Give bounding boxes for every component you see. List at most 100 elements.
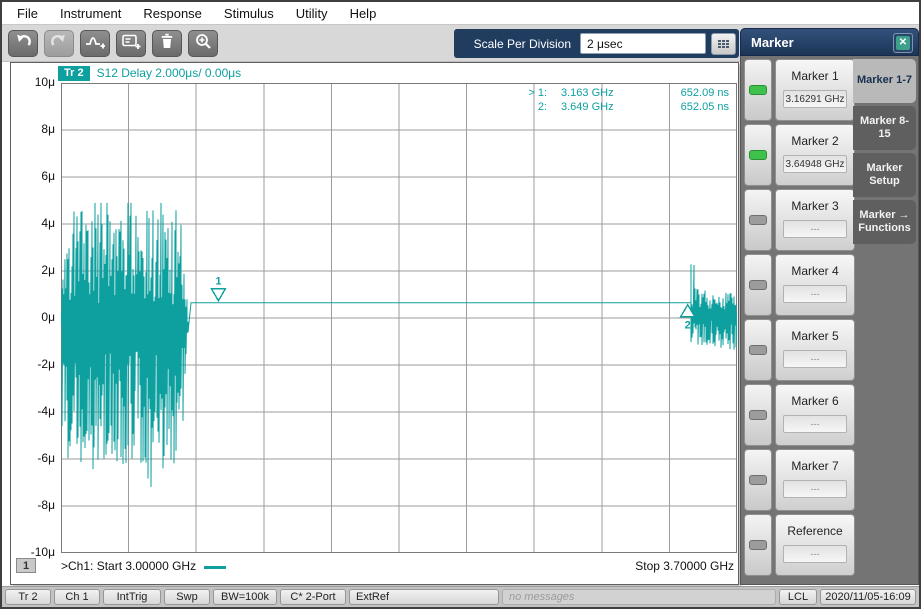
marker-3-toggle[interactable] — [744, 189, 772, 251]
marker-panel-tabs: Marker 1-7 Marker 8-15 Marker Setup Mark… — [853, 59, 916, 244]
tab-marker-functions[interactable]: Marker → Functions — [853, 200, 916, 244]
status-message-area: no messages — [502, 589, 776, 605]
scale-per-division-label: Scale Per Division — [474, 37, 571, 51]
status-datetime: 2020/11/05-16:09 — [820, 589, 916, 605]
trace-badge[interactable]: Tr 2 — [58, 66, 90, 81]
led-indicator — [749, 345, 767, 355]
status-bar: Tr 2 Ch 1 IntTrig Swp BW=100k C* 2-Port … — [2, 586, 919, 607]
menu-response[interactable]: Response — [132, 4, 213, 23]
status-reference[interactable]: ExtRef — [349, 589, 499, 605]
trace-color-indicator — [204, 566, 226, 569]
marker-readout: > 1: 3.163 GHz 652.09 ns 2: 3.649 GHz 65… — [517, 86, 729, 114]
zoom-button[interactable] — [188, 30, 218, 57]
y-axis-label: -8μ — [11, 498, 55, 512]
redo-icon — [50, 33, 68, 54]
readout-frequency: 3.163 GHz — [547, 86, 665, 100]
menu-utility[interactable]: Utility — [285, 4, 339, 23]
marker-1-button[interactable]: Marker 1 3.16291 GHz — [775, 59, 855, 121]
marker-2-button[interactable]: Marker 2 3.64948 GHz — [775, 124, 855, 186]
marker-panel-titlebar: Marker ✕ — [740, 28, 919, 56]
close-button[interactable]: ✕ — [893, 33, 913, 53]
status-sweep[interactable]: Swp — [164, 589, 210, 605]
y-axis-label: 4μ — [11, 216, 55, 230]
y-axis-label: 8μ — [11, 122, 55, 136]
status-mode: LCL — [779, 589, 817, 605]
marker-3-button[interactable]: Marker 3 --- — [775, 189, 855, 251]
marker-label: Marker 7 — [776, 459, 854, 473]
marker-6-toggle[interactable] — [744, 384, 772, 446]
status-trace[interactable]: Tr 2 — [5, 589, 51, 605]
scale-per-division-input[interactable] — [580, 33, 706, 54]
y-axis-label: 2μ — [11, 263, 55, 277]
scale-per-division-bar: Scale Per Division — [454, 29, 739, 58]
marker-row: Reference --- — [744, 514, 855, 576]
marker-4-button[interactable]: Marker 4 --- — [775, 254, 855, 316]
y-axis-label: 10μ — [11, 75, 55, 89]
marker-label: Marker 3 — [776, 199, 854, 213]
menu-stimulus[interactable]: Stimulus — [213, 4, 285, 23]
led-indicator — [749, 410, 767, 420]
marker-rows: Marker 1 3.16291 GHz Marker 2 3.64948 GH… — [744, 59, 855, 576]
delete-button[interactable] — [152, 30, 182, 57]
status-channel[interactable]: Ch 1 — [54, 589, 100, 605]
marker-row: Marker 6 --- — [744, 384, 855, 446]
marker-7-button[interactable]: Marker 7 --- — [775, 449, 855, 511]
tab-marker-1-7[interactable]: Marker 1-7 — [853, 59, 916, 103]
close-icon: ✕ — [896, 36, 910, 50]
trace-plot[interactable]: 12 — [61, 83, 737, 553]
add-trace-button[interactable] — [80, 30, 110, 57]
y-axis-label: 0μ — [11, 310, 55, 324]
marker-1-toggle[interactable] — [744, 59, 772, 121]
marker-panel: Marker ✕ Marker 1 3.16291 GHz Marker 2 — [740, 28, 919, 585]
marker-value[interactable]: --- — [783, 415, 847, 433]
marker-row: Marker 2 3.64948 GHz — [744, 124, 855, 186]
marker-label: Marker 1 — [776, 69, 854, 83]
numeric-keypad-button[interactable] — [711, 33, 736, 55]
marker-2-toggle[interactable] — [744, 124, 772, 186]
add-window-button[interactable] — [116, 30, 146, 57]
reference-marker-toggle[interactable] — [744, 514, 772, 576]
redo-button[interactable] — [44, 30, 74, 57]
marker-4-toggle[interactable] — [744, 254, 772, 316]
marker-7-toggle[interactable] — [744, 449, 772, 511]
led-indicator — [749, 150, 767, 160]
marker-value[interactable]: 3.64948 GHz — [783, 155, 847, 173]
undo-button[interactable] — [8, 30, 38, 57]
marker-readout-row-2: 2: 3.649 GHz 652.05 ns — [517, 100, 729, 114]
marker-value[interactable]: --- — [783, 350, 847, 368]
marker-row: Marker 7 --- — [744, 449, 855, 511]
marker-label: Reference — [776, 524, 854, 538]
marker-value[interactable]: --- — [783, 285, 847, 303]
marker-label: Marker 4 — [776, 264, 854, 278]
start-frequency-label: >Ch1: Start 3.00000 GHz — [61, 559, 196, 573]
menu-file[interactable]: File — [6, 4, 49, 23]
marker-6-button[interactable]: Marker 6 --- — [775, 384, 855, 446]
chart-footer: 1 >Ch1: Start 3.00000 GHz Stop 3.70000 G… — [11, 557, 738, 577]
reference-marker-button[interactable]: Reference --- — [775, 514, 855, 576]
svg-text:1: 1 — [215, 276, 221, 288]
marker-panel-body: Marker 1 3.16291 GHz Marker 2 3.64948 GH… — [740, 56, 919, 585]
marker-value[interactable]: 3.16291 GHz — [783, 90, 847, 108]
status-trigger[interactable]: IntTrig — [103, 589, 161, 605]
readout-marker-id: 2: — [517, 100, 547, 114]
tab-marker-8-15[interactable]: Marker 8-15 — [853, 106, 916, 150]
marker-row: Marker 1 3.16291 GHz — [744, 59, 855, 121]
menu-instrument[interactable]: Instrument — [49, 4, 132, 23]
marker-5-toggle[interactable] — [744, 319, 772, 381]
status-calibration[interactable]: C* 2-Port — [280, 589, 346, 605]
status-bandwidth[interactable]: BW=100k — [213, 589, 277, 605]
marker-label: Marker 5 — [776, 329, 854, 343]
undo-icon — [14, 33, 32, 54]
plot-area[interactable]: 12 > 1: 3.163 GHz 652.09 ns 2: 3.649 GHz… — [61, 83, 737, 553]
marker-5-button[interactable]: Marker 5 --- — [775, 319, 855, 381]
led-indicator — [749, 215, 767, 225]
tab-marker-setup[interactable]: Marker Setup — [853, 153, 916, 197]
marker-value[interactable]: --- — [783, 545, 847, 563]
marker-value[interactable]: --- — [783, 480, 847, 498]
y-axis-label: 6μ — [11, 169, 55, 183]
marker-value[interactable]: --- — [783, 220, 847, 238]
led-indicator — [749, 475, 767, 485]
readout-marker-id: > 1: — [517, 86, 547, 100]
readout-frequency: 3.649 GHz — [547, 100, 665, 114]
menu-help[interactable]: Help — [339, 4, 388, 23]
